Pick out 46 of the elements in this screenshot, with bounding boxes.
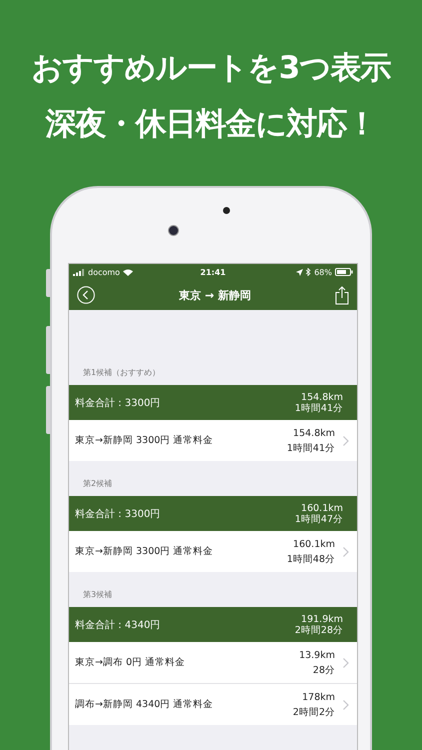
leg-duration: 1時間41分 [286,442,335,456]
status-time: 21:41 [200,268,226,276]
leg-distance: 154.8km [293,426,335,440]
total-fare: 料金合計 : 3300円 [75,508,160,520]
route-leg-row[interactable]: 東京→新静岡 3300円 通常料金 160.1km 1時間48分 [69,531,357,572]
location-icon [296,268,304,276]
total-fare: 料金合計 : 4340円 [75,618,160,632]
leg-duration: 1時間48分 [286,552,335,566]
chevron-icon [343,700,349,710]
back-button[interactable] [77,286,95,304]
battery-percent: 68% [314,268,332,276]
battery-icon [335,268,353,276]
route-duration: 1時間41分 [294,402,343,414]
section-header: 第1候補（おすすめ） [82,367,162,379]
chevron-icon [343,658,349,668]
total-fare: 料金合計 : 3300円 [75,396,160,410]
route-duration: 1時間47分 [294,514,343,524]
leg-duration: 28分 [312,664,335,678]
route-leg-row[interactable]: 東京→調布 0円 通常料金 13.9km 28分 [69,642,357,683]
section-header: 第3候補 [82,589,114,601]
route-leg-row[interactable]: 東京→新静岡 3300円 通常料金 154.8km 1時間41分 [69,420,357,461]
section-header: 第2候補 [82,478,114,490]
leg-distance: 13.9km [299,648,335,662]
route-distance: 191.9km [301,614,343,624]
carrier-name: docomo [88,268,120,276]
leg-label: 東京→新静岡 3300円 通常料金 [75,545,214,558]
signal-icon [73,268,85,276]
headline-text: 深夜・休日料金に対応！ [45,105,376,144]
bluetooth-icon [306,268,312,276]
camera-lens [168,225,179,236]
leg-distance: 178km [302,690,335,704]
leg-duration: 2時間2分 [292,706,335,720]
speaker-dot [223,207,230,214]
leg-distance: 160.1km [293,538,335,552]
nav-title: 東京 → 新静岡 [179,288,251,302]
route-distance: 160.1km [301,502,343,514]
route-duration: 2時間28分 [294,624,343,636]
leg-label: 調布→新静岡 4340円 通常料金 [75,698,214,711]
chevron-icon [343,546,349,556]
leg-label: 東京→調布 0円 通常料金 [75,656,186,669]
share-button[interactable] [334,286,349,304]
route-distance: 154.8km [301,392,343,402]
chevron-icon [343,436,349,446]
headline-text: おすすめルートを3つ表示 [32,49,390,88]
wifi-icon [122,268,133,276]
leg-label: 東京→新静岡 3300円 通常料金 [75,434,214,447]
